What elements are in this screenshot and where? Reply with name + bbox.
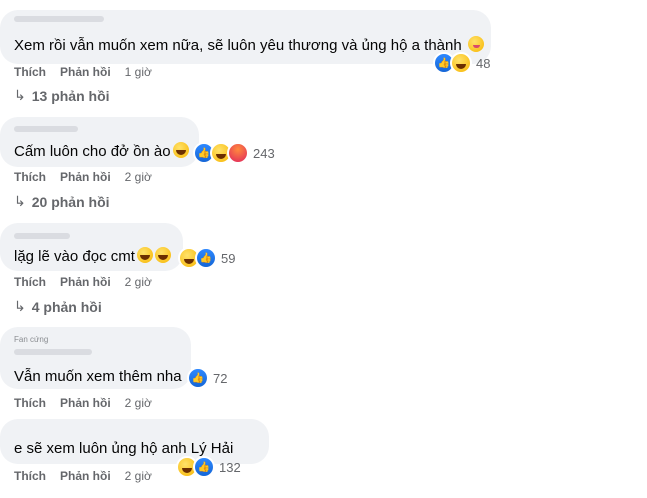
comment-time[interactable]: 1 giờ (125, 65, 152, 79)
comment-bubble: Cấm luôn cho đở ồn ào (0, 117, 199, 167)
reaction-summary[interactable]: 👍 132 (176, 456, 241, 478)
view-replies-link[interactable]: ↳ 20 phản hồi (14, 193, 110, 210)
like-reaction-icon: 👍 (195, 247, 217, 269)
reply-arrow-icon: ↳ (14, 193, 26, 209)
comment-bubble: Xem rồi vẫn muốn xem nữa, sẽ luôn yêu th… (0, 10, 491, 64)
like-reaction-icon: 👍 (193, 456, 215, 478)
like-button[interactable]: Thích (14, 65, 46, 79)
like-reaction-icon: 👍 (187, 367, 209, 389)
comment-time[interactable]: 2 giờ (125, 170, 152, 184)
comment-time[interactable]: 2 giờ (125, 396, 152, 410)
reply-button[interactable]: Phản hồi (60, 275, 111, 289)
comment-time[interactable]: 2 giờ (125, 469, 152, 483)
like-button[interactable]: Thích (14, 275, 46, 289)
comment-text: Vẫn muốn xem thêm nha (14, 368, 182, 385)
view-replies-link[interactable]: ↳ 13 phản hồi (14, 87, 110, 104)
reply-button[interactable]: Phản hồi (60, 170, 111, 184)
comment-actions: Thích Phản hồi 1 giờ (14, 65, 152, 79)
reaction-count: 72 (213, 370, 228, 386)
haha-reaction-icon (450, 52, 472, 74)
reaction-count: 48 (476, 55, 491, 71)
comment-time[interactable]: 2 giờ (125, 275, 152, 289)
comment-bubble: lặg lẽ vào đọc cmt (0, 223, 183, 271)
author-name-redacted (14, 16, 104, 22)
comment-text: Xem rồi vẫn muốn xem nữa, sẽ luôn yêu th… (14, 36, 484, 54)
author-name-redacted (14, 349, 92, 355)
comment-actions: Thích Phản hồi 2 giờ (14, 275, 152, 289)
reply-button[interactable]: Phản hồi (60, 396, 111, 410)
reply-arrow-icon: ↳ (14, 298, 26, 314)
author-name-redacted (14, 126, 78, 132)
like-button[interactable]: Thích (14, 396, 46, 410)
laughing-face-emoji (154, 247, 171, 263)
comment-bubble: Fan cứng Vẫn muốn xem thêm nha (0, 327, 191, 389)
author-name-redacted (14, 233, 70, 239)
comment-text: Cấm luôn cho đở ồn ào (14, 142, 189, 160)
comment-text: e sẽ xem luôn ủng hộ anh Lý Hải (14, 440, 234, 457)
reaction-count: 132 (219, 459, 241, 475)
laughing-face-emoji (172, 142, 189, 158)
angry-reaction-icon (227, 142, 249, 164)
reaction-count: 243 (253, 145, 275, 161)
reply-arrow-icon: ↳ (14, 87, 26, 103)
fan-badge: Fan cứng (14, 335, 49, 344)
winking-face-emoji (467, 36, 484, 52)
reaction-summary[interactable]: 👍 243 (193, 142, 275, 164)
reaction-summary[interactable]: 👍 72 (187, 367, 228, 389)
comment-text: lặg lẽ vào đọc cmt (14, 247, 171, 265)
reaction-count: 59 (221, 250, 236, 266)
reaction-summary[interactable]: 👍 59 (178, 247, 236, 269)
view-replies-link[interactable]: ↳ 4 phản hồi (14, 298, 102, 315)
like-button[interactable]: Thích (14, 469, 46, 483)
comment-actions: Thích Phản hồi 2 giờ (14, 469, 152, 483)
comment-actions: Thích Phản hồi 2 giờ (14, 396, 152, 410)
comment-actions: Thích Phản hồi 2 giờ (14, 170, 152, 184)
reply-button[interactable]: Phản hồi (60, 469, 111, 483)
reply-button[interactable]: Phản hồi (60, 65, 111, 79)
reaction-summary[interactable]: 👍 48 (433, 52, 491, 74)
laughing-face-emoji (136, 247, 153, 263)
like-button[interactable]: Thích (14, 170, 46, 184)
